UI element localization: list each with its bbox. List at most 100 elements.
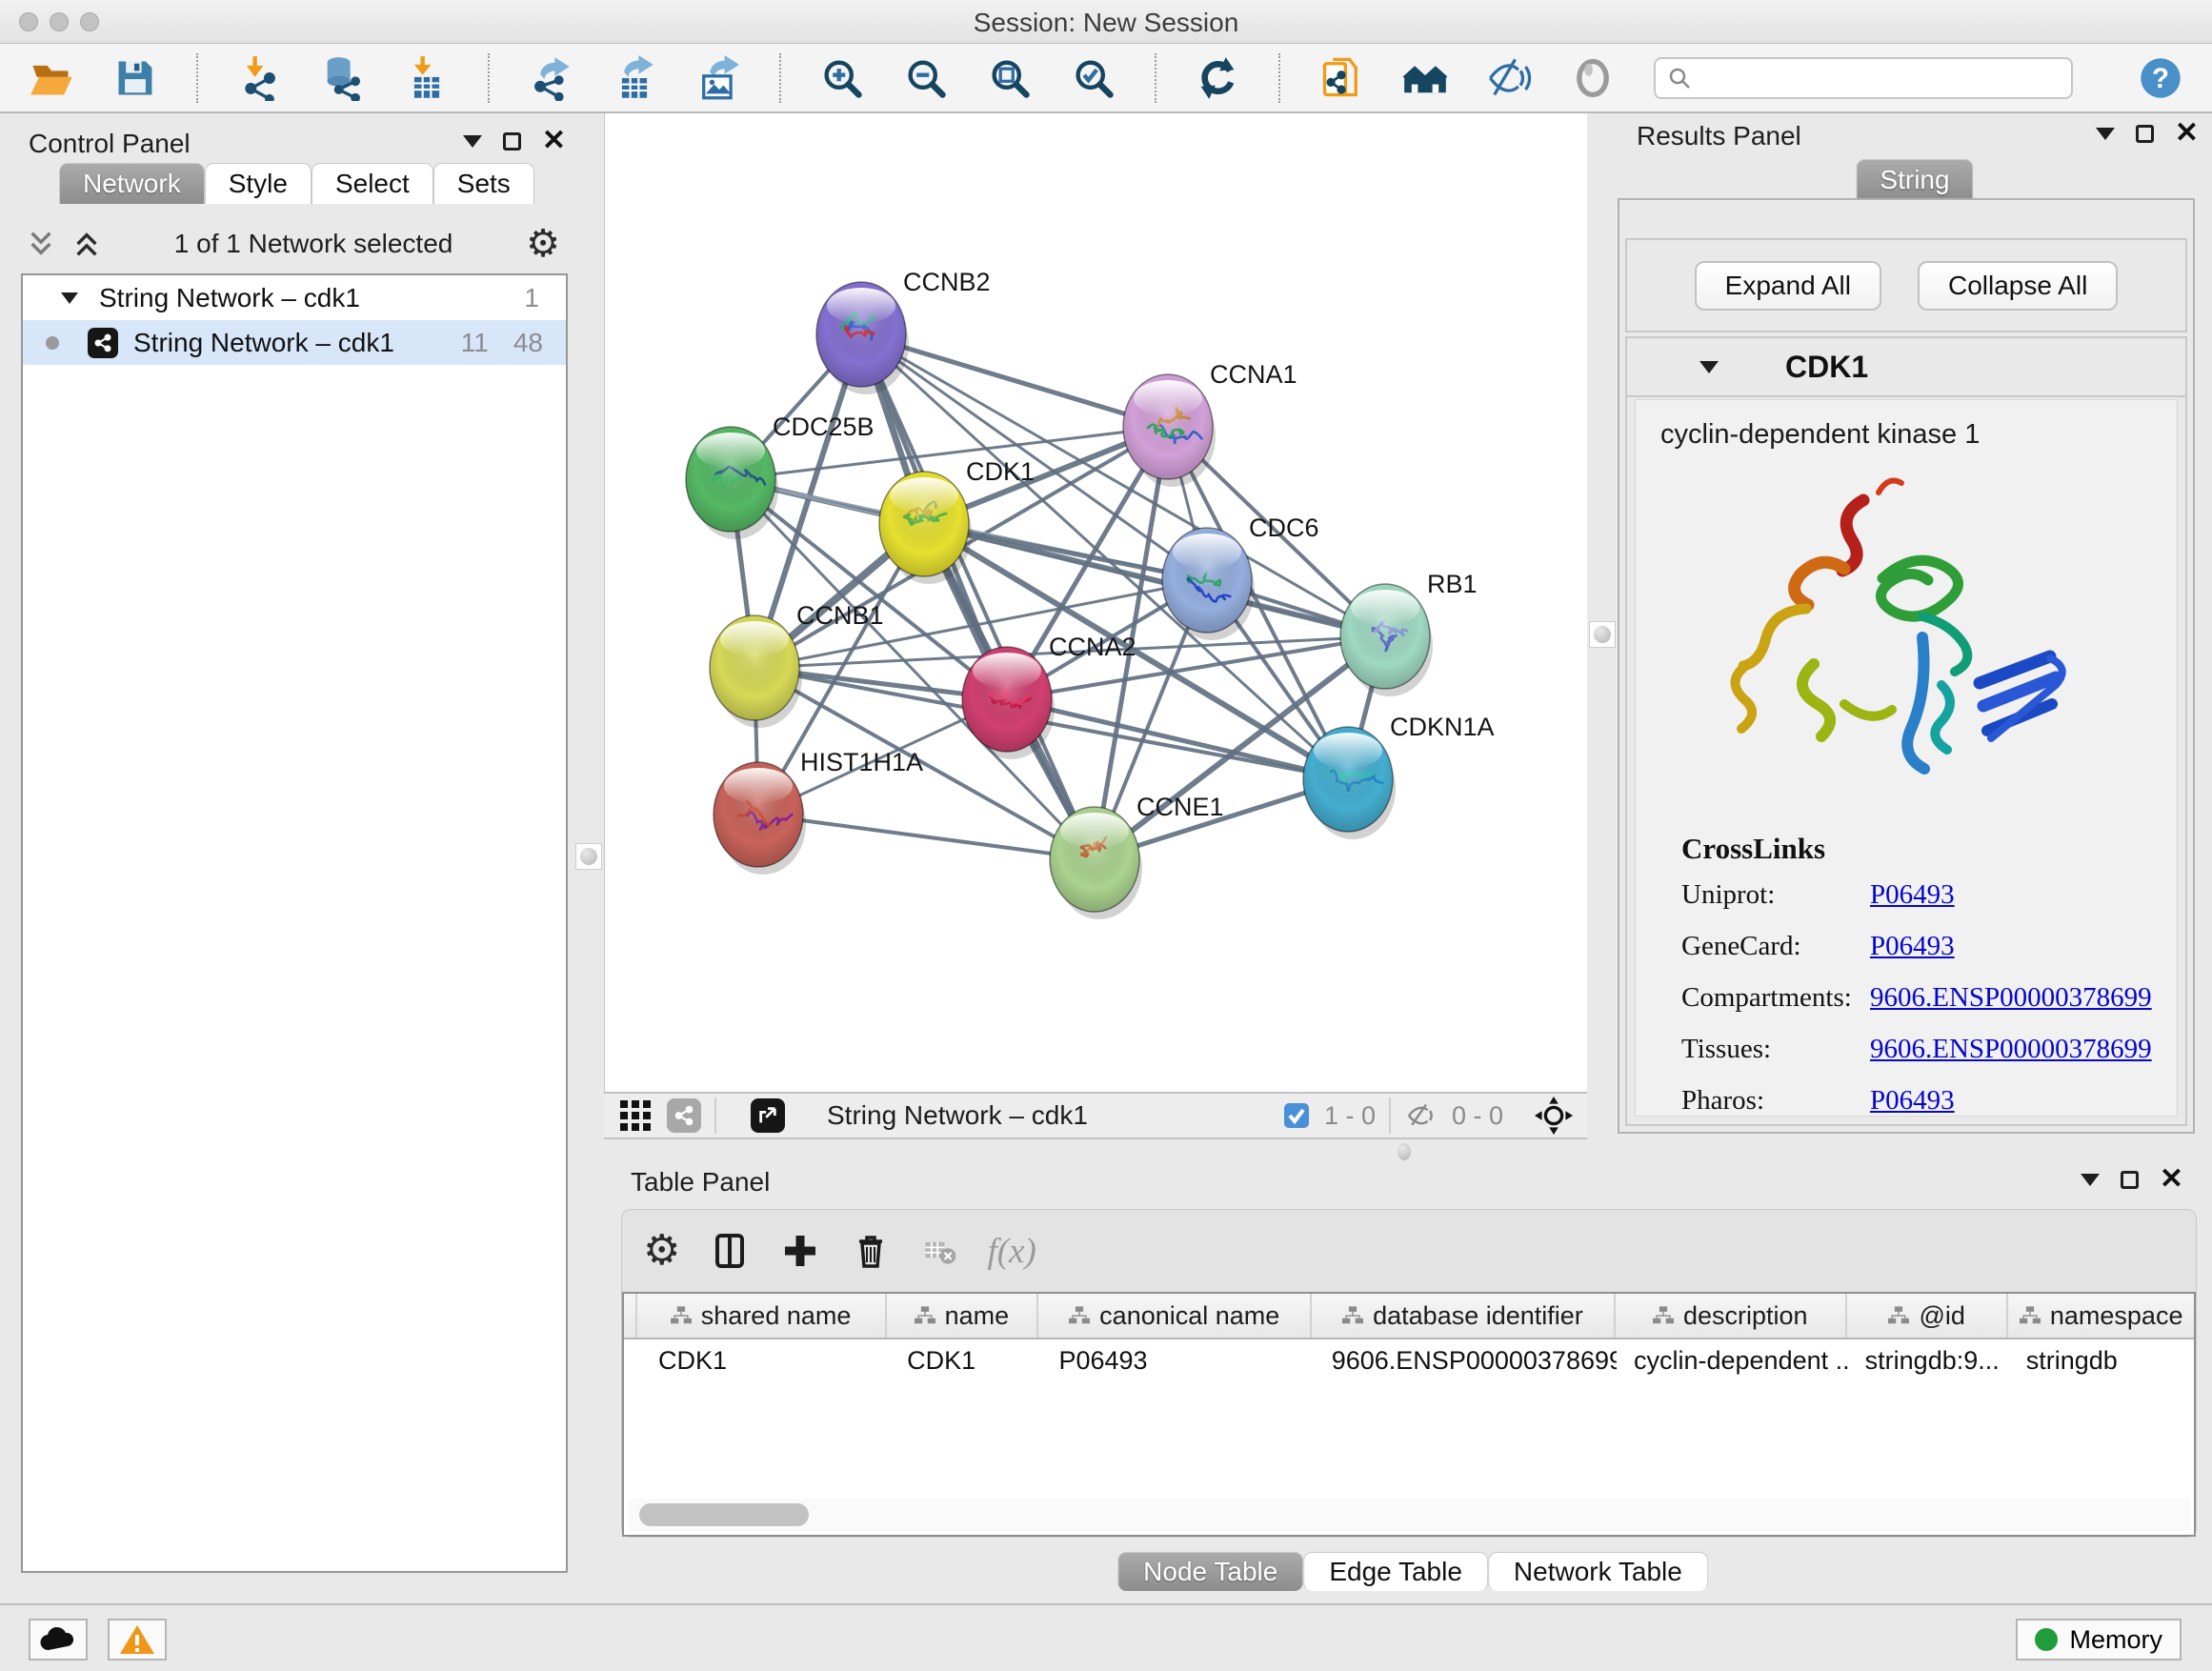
tab-node-table[interactable]: Node Table	[1117, 1552, 1303, 1591]
zoom-out-icon[interactable]	[903, 55, 949, 101]
network-node-HIST1H1A[interactable]	[714, 762, 806, 875]
tab-style[interactable]: Style	[205, 163, 312, 204]
column-header[interactable]: canonical name	[1038, 1294, 1312, 1338]
tab-edge-table[interactable]: Edge Table	[1303, 1552, 1488, 1591]
network-options-gear-icon[interactable]: ⚙	[526, 225, 560, 263]
panel-menu-icon[interactable]	[2096, 128, 2115, 140]
genecard-link[interactable]: P06493	[1870, 931, 1955, 962]
import-network-icon[interactable]	[236, 55, 282, 101]
export-network-icon[interactable]	[528, 55, 573, 101]
uniprot-link[interactable]: P06493	[1870, 879, 1955, 911]
save-session-icon[interactable]	[112, 55, 158, 101]
network-node-RB1[interactable]	[1340, 584, 1433, 696]
import-database-icon[interactable]	[320, 55, 366, 101]
network-collection-row[interactable]: String Network – cdk1 1	[23, 275, 566, 320]
network-row[interactable]: String Network – cdk1 11 48	[23, 320, 566, 365]
zoom-in-icon[interactable]	[819, 55, 865, 101]
table-options-gear-icon[interactable]: ⚙	[643, 1232, 680, 1270]
show-graphics-icon[interactable]	[1570, 55, 1616, 101]
panel-menu-icon[interactable]	[2081, 1174, 2100, 1186]
hide-graphics-icon[interactable]	[1486, 55, 1532, 101]
tab-network[interactable]: Network	[59, 163, 205, 204]
open-session-icon[interactable]	[29, 55, 74, 101]
float-panel-icon[interactable]	[2136, 125, 2154, 143]
float-panel-icon[interactable]	[503, 132, 521, 151]
section-expand-icon[interactable]	[1699, 361, 1719, 373]
column-header[interactable]: @id	[1847, 1294, 2008, 1338]
gene-section-header[interactable]: CDK1	[1627, 338, 2185, 397]
column-header[interactable]: namespace	[2008, 1294, 2194, 1338]
column-header[interactable]: database identifier	[1312, 1294, 1615, 1338]
table-container: ⚙ f(x) shared name name canonical name d…	[621, 1209, 2197, 1538]
collapse-all-icon[interactable]	[27, 230, 55, 258]
import-table-icon[interactable]	[404, 55, 450, 101]
center-view-icon[interactable]	[1534, 1096, 1574, 1136]
expand-all-icon[interactable]	[72, 230, 101, 258]
help-icon[interactable]: ?	[2138, 55, 2183, 101]
collection-expand-icon[interactable]	[61, 292, 78, 304]
share-document-icon[interactable]	[1318, 55, 1364, 101]
tissues-link[interactable]: 9606.ENSP00000378699	[1870, 1034, 2152, 1065]
network-edge-HIST1H1A-CCNE1[interactable]	[758, 815, 1095, 859]
warnings-button[interactable]	[108, 1619, 167, 1661]
expand-all-button[interactable]: Expand All	[1695, 261, 1881, 311]
compartments-link[interactable]: 9606.ENSP00000378699	[1870, 982, 2152, 1014]
string-view-icon[interactable]	[667, 1098, 701, 1133]
zoom-fit-icon[interactable]	[987, 55, 1033, 101]
delete-column-icon[interactable]	[850, 1230, 892, 1272]
horizontal-scrollbar[interactable]	[628, 1499, 2190, 1531]
network-view[interactable]: CCNB2CCNA1CDC25BCDK1CDC6RB1CCNB1CCNA2CDK…	[604, 113, 1587, 1092]
right-splitter-grip[interactable]	[1589, 621, 1616, 648]
network-node-CCNA1[interactable]	[1123, 374, 1216, 487]
column-header[interactable]: shared name	[637, 1294, 887, 1338]
bottom-splitter-grip[interactable]	[1396, 1140, 1413, 1163]
scrollbar-thumb[interactable]	[639, 1503, 809, 1526]
network-node-CCNB2[interactable]	[816, 282, 909, 394]
close-panel-icon[interactable]: ✕	[2160, 1169, 2183, 1190]
network-node-CCNA2[interactable]	[962, 647, 1055, 759]
export-image-icon[interactable]	[695, 55, 741, 101]
tab-select[interactable]: Select	[312, 163, 433, 204]
network-node-CDC25B[interactable]	[686, 427, 778, 539]
column-header[interactable]: description	[1616, 1294, 1847, 1338]
delete-table-icon[interactable]	[920, 1232, 958, 1270]
detach-view-icon[interactable]	[751, 1098, 785, 1133]
panel-menu-icon[interactable]	[463, 135, 482, 148]
search-input[interactable]	[1699, 63, 2060, 92]
table-row[interactable]: CDK1 CDK1 P06493 9606.ENSP00000378699 cy…	[624, 1339, 2194, 1383]
network-node-CCNB1[interactable]	[710, 615, 802, 728]
collapse-all-button[interactable]: Collapse All	[1918, 261, 2118, 311]
tab-string[interactable]: String	[1856, 159, 1973, 200]
network-node-CCNE1[interactable]	[1050, 807, 1142, 919]
grid-view-icon[interactable]	[617, 1097, 654, 1134]
column-header[interactable]: name	[887, 1294, 1039, 1338]
tab-network-table[interactable]: Network Table	[1488, 1552, 1708, 1591]
crosslink-label: GeneCard:	[1681, 931, 1870, 962]
show-columns-icon[interactable]	[709, 1230, 751, 1272]
node-label-CCNB1: CCNB1	[796, 601, 884, 630]
homes-icon[interactable]	[1402, 55, 1448, 101]
search-icon	[1667, 66, 1692, 91]
float-panel-icon[interactable]	[2121, 1171, 2139, 1189]
close-panel-icon[interactable]: ✕	[2175, 123, 2199, 144]
export-table-icon[interactable]	[612, 55, 657, 101]
tab-sets[interactable]: Sets	[433, 163, 534, 204]
pharos-link[interactable]: P06493	[1870, 1085, 1955, 1117]
zoom-selected-icon[interactable]	[1071, 55, 1116, 101]
refresh-icon[interactable]	[1195, 55, 1240, 101]
network-node-CDK1[interactable]	[879, 472, 972, 584]
hidden-elements-icon[interactable]	[1404, 1098, 1438, 1133]
memory-button[interactable]: Memory	[2016, 1619, 2182, 1661]
left-splitter-grip[interactable]	[575, 843, 602, 870]
crosslinks-title: CrossLinks	[1681, 832, 2177, 866]
network-edge-CCNA2-CDKN1A[interactable]	[1007, 699, 1348, 779]
network-node-CDKN1A[interactable]	[1303, 727, 1396, 839]
cloud-button[interactable]	[29, 1619, 88, 1661]
results-panel: Results Panel ✕ String Expand All Collap…	[1618, 113, 2212, 1161]
selected-checkbox-icon[interactable]	[1282, 1101, 1311, 1130]
add-column-icon[interactable]	[779, 1230, 821, 1272]
network-edge-CCNB2-CCNE1[interactable]	[861, 334, 1095, 859]
search-field[interactable]	[1654, 57, 2073, 99]
close-panel-icon[interactable]: ✕	[542, 131, 566, 151]
function-builder-icon[interactable]: f(x)	[987, 1231, 1036, 1272]
